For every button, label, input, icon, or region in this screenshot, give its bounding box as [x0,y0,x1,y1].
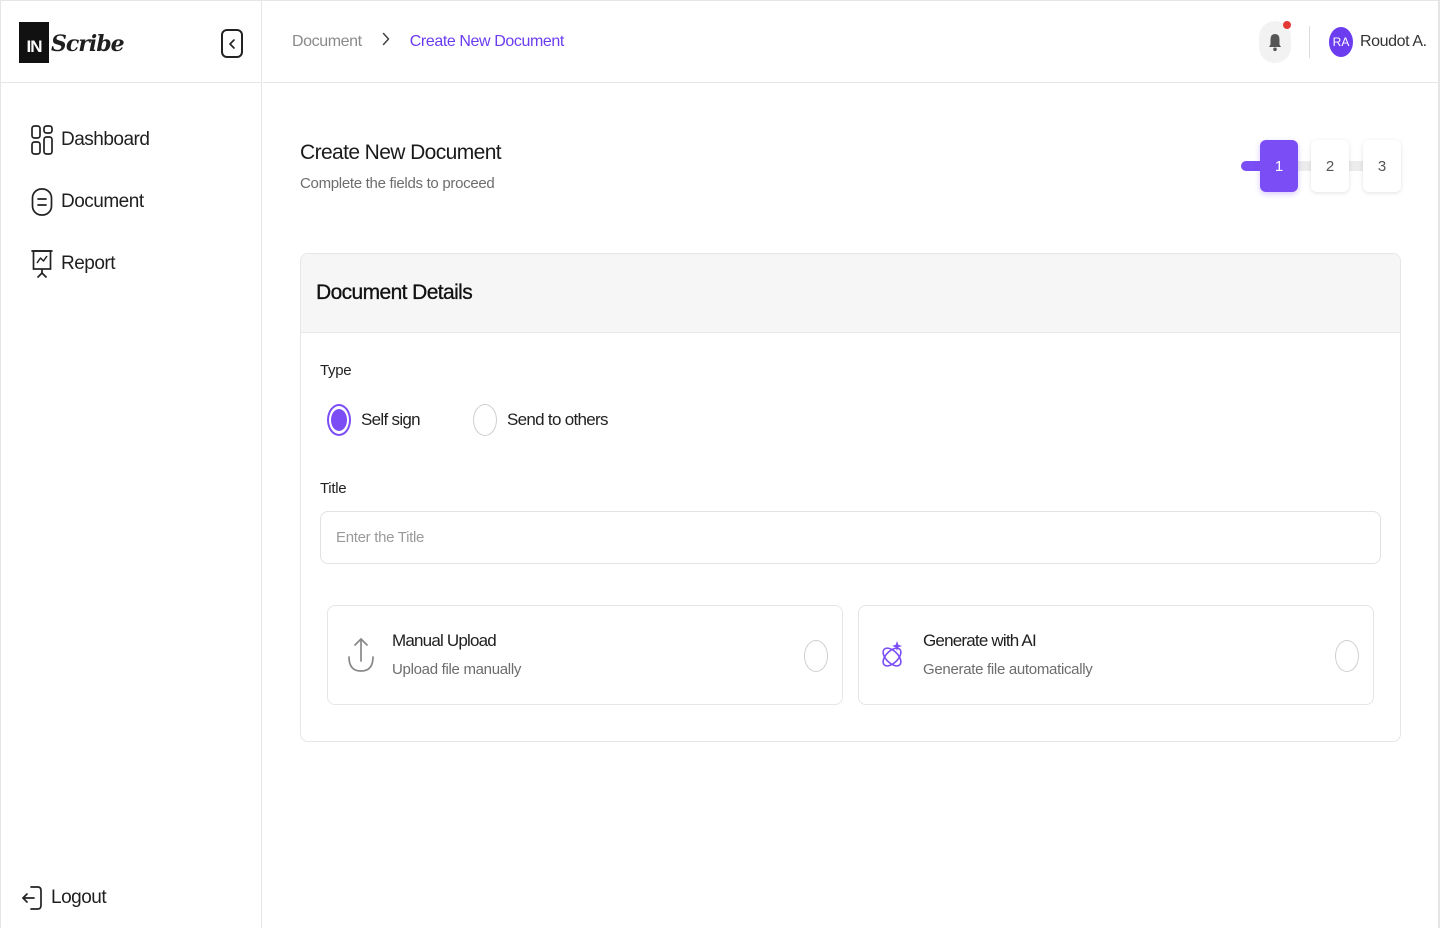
option-subtitle: Generate file automatically [923,661,1093,678]
dashboard-grid-icon [31,125,53,155]
sidebar-collapse-button[interactable] [221,29,243,58]
logout-label: Logout [51,887,107,908]
radio-send-to-others[interactable] [473,404,497,436]
app-logo[interactable]: IN Scribe [19,22,125,63]
title-label: Title [320,480,347,497]
type-option-label: Self sign [361,410,421,429]
presentation-chart-icon [31,249,53,279]
option-title: Manual Upload [392,631,497,650]
breadcrumb-item-current: Create New Document [409,32,565,50]
sidebar-item-label: Document [61,191,144,212]
notification-button[interactable] [1259,21,1291,63]
breadcrumb: Document Create New Document [292,32,564,51]
app-window: IN Scribe Dashboard Document Report Logo… [0,0,1440,928]
breadcrumb-item-document[interactable]: Document [292,33,362,51]
manual-upload-option[interactable]: Manual Upload Upload file manually [327,605,843,705]
upload-arrow-icon [346,635,376,675]
sidebar-nav: Dashboard Document Report [31,121,150,307]
card-header: Document Details [301,254,1400,333]
logout-button[interactable]: Logout [21,883,107,913]
logout-icon [22,886,42,910]
sidebar-item-dashboard[interactable]: Dashboard [31,121,150,159]
step-2[interactable]: 2 [1311,140,1349,192]
title-input[interactable] [320,511,1381,564]
radio-manual-upload[interactable] [804,640,828,672]
type-option-self-sign[interactable]: Self sign [327,404,421,436]
step-1[interactable]: 1 [1260,140,1298,192]
sidebar-item-report[interactable]: Report [31,245,149,283]
option-title: Generate with AI [923,631,1037,650]
bell-icon [1269,34,1281,52]
radio-self-sign[interactable] [327,404,351,436]
type-label: Type [320,362,352,379]
document-details-card: Document Details Type Self sign Send to … [300,253,1401,742]
ai-sparkle-icon [877,635,907,675]
step-indicator: 1 2 3 [1241,140,1401,192]
sidebar: IN Scribe Dashboard Document Report Logo… [1,1,262,928]
breadcrumb-separator-icon [382,32,390,51]
logo-mark: IN [19,22,49,63]
avatar: RA [1329,27,1353,57]
sidebar-item-document[interactable]: Document [31,183,149,221]
document-icon [31,187,53,217]
logo-text: Scribe [51,30,125,57]
step-3[interactable]: 3 [1363,140,1401,192]
type-option-send-to-others[interactable]: Send to others [473,404,608,436]
top-header: Document Create New Document RA Roudot A… [263,1,1438,83]
page-subtitle: Complete the fields to proceed [300,175,495,192]
sidebar-item-label: Dashboard [61,129,150,150]
user-name: Roudot A. [1360,33,1427,50]
header-divider [1309,26,1310,58]
user-menu[interactable]: RA Roudot A. [1329,27,1427,57]
notification-unread-dot [1283,21,1291,29]
sidebar-collapse-icon [229,38,235,49]
page-title: Create New Document [300,141,502,164]
radio-selected-dot [331,409,347,431]
radio-generate-with-ai[interactable] [1335,640,1359,672]
option-subtitle: Upload file manually [392,661,522,678]
section-title: Document Details [316,281,473,304]
type-option-label: Send to others [507,410,608,429]
logo-row: IN Scribe [1,1,261,83]
sidebar-item-label: Report [61,253,116,274]
generate-with-ai-option[interactable]: Generate with AI Generate file automatic… [858,605,1374,705]
